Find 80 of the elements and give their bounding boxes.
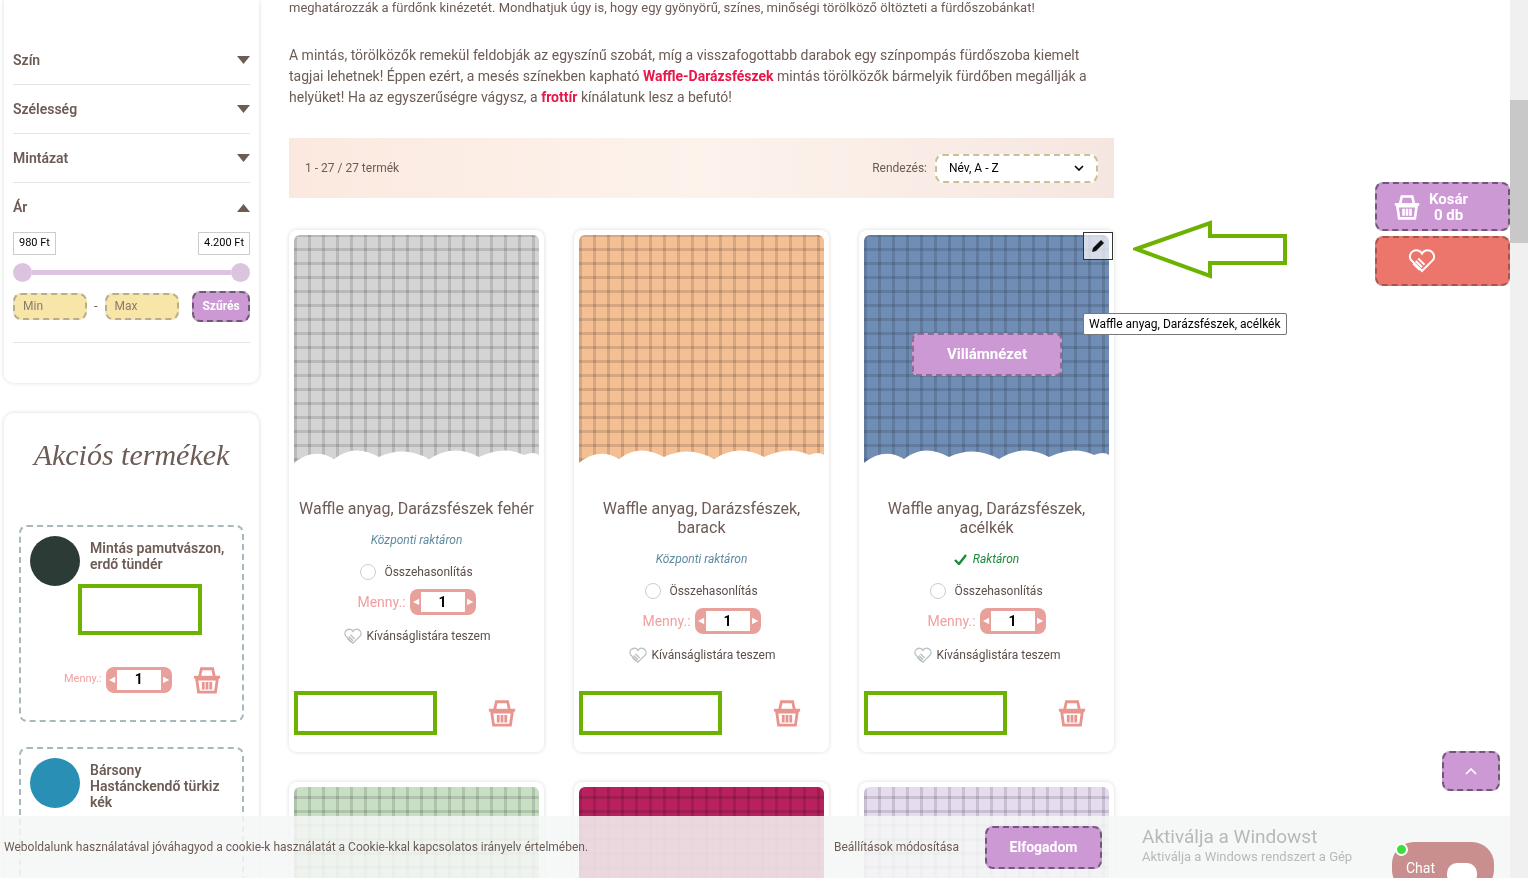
hearts-icon [912, 646, 933, 664]
scrollbar-thumb[interactable] [1510, 100, 1528, 243]
basket-icon[interactable] [487, 698, 517, 728]
product-count: 1 - 27 / 27 termék [305, 160, 400, 177]
product-name[interactable]: Waffle anyag, Darázsfészek fehér [294, 499, 539, 518]
compare-label[interactable]: Összehasonlítás [384, 563, 473, 581]
intro-paragraph: A mintás, törölközők remekül feldobják az egyszínű szobát, míg a visszafogottabb darabok egy színpompás fürdőszoba kiemelt tagjai lehetnek! Éppen ezért, a mesés színekben kapható Waffle-Darázsfészek mintás törölközők bármelyik fürdőben megállják a helyüket! Ha az egyszerűségre vágysz, a frottír kínálatunk lesz a befutó! [289, 46, 1088, 107]
filter-row[interactable]: Mintázat [13, 134, 250, 183]
filter-label: Mintázat [13, 148, 69, 168]
filter-row[interactable]: Ár [13, 183, 250, 232]
stock-status: Központi raktáron [370, 532, 463, 549]
activation-title: Aktiválja a Windowst [1142, 827, 1319, 847]
hearts-icon [627, 646, 648, 664]
product-photo-placeholder [30, 757, 80, 808]
caret-icon [237, 56, 250, 64]
basket-icon[interactable] [772, 698, 802, 728]
basket-icon[interactable] [1057, 698, 1087, 728]
product-photo-placeholder [30, 535, 80, 586]
min-price-field[interactable]: Min [13, 292, 87, 320]
wishlist-link[interactable]: Kívánságlistára teszem [936, 646, 1061, 664]
quantity-stepper[interactable]: ◀ 1 ▶ [105, 666, 172, 693]
filter-label: Szín [13, 50, 41, 70]
sort-dropdown[interactable]: Név, A - Z [935, 153, 1098, 183]
slider-handle[interactable] [231, 262, 250, 282]
tooltip: Waffle anyag, Darázsfészek, acélkék [1083, 313, 1287, 335]
compare-checkbox[interactable] [645, 583, 662, 599]
stock-status: Raktáron [972, 551, 1020, 568]
max-price-value: 4.200 Ft [197, 232, 250, 255]
quantity-label: Menny.: [64, 671, 102, 688]
edit-button[interactable] [1083, 232, 1113, 260]
chevron-up-icon [1465, 767, 1477, 775]
sale-item-name[interactable]: Bársony Hastánckendő türkiz kék [90, 757, 233, 810]
caret-icon [237, 154, 250, 162]
cookie-notice: Weboldalunk használatával jóváhagyod a cookie-k használatát a Cookie-kkal kapcsolatos irányelv értelmében. [4, 839, 590, 856]
product-name[interactable]: Waffle anyag, Darázsfészek, acélkék [864, 499, 1109, 537]
filter-label: Szélesség [13, 99, 78, 119]
compare-checkbox[interactable] [930, 583, 947, 599]
caret-icon [237, 203, 250, 212]
activation-subtitle: Aktiválja a Windows rendszert a Gép [1142, 848, 1353, 866]
quantity-stepper[interactable]: ◀ 1 ▶ [979, 608, 1046, 634]
compare-label[interactable]: Összehasonlítás [954, 582, 1043, 600]
wishlist-link[interactable]: Kívánságlistára teszem [651, 646, 776, 664]
min-price-value: 980 Ft [13, 232, 56, 255]
max-price-field[interactable]: Max [104, 292, 179, 320]
quantity-label: Menny.: [927, 611, 976, 631]
quantity-label: Menny.: [642, 611, 691, 631]
hearts-icon [1407, 248, 1437, 274]
pencil-icon [1090, 238, 1106, 254]
check-icon [953, 553, 967, 565]
scroll-top-button[interactable] [1442, 751, 1500, 791]
wishlist-button[interactable] [1375, 236, 1510, 286]
cart-count: 0 db [1432, 206, 1465, 223]
filter-row[interactable]: Szélesség [13, 85, 250, 134]
basket-icon[interactable] [191, 664, 222, 695]
compare-checkbox[interactable] [360, 564, 377, 580]
quantity-stepper[interactable]: ◀ 1 ▶ [694, 608, 761, 634]
sale-item-name[interactable]: Mintás pamutvászon, erdő tündér [90, 535, 233, 586]
filter-label: Ár [13, 197, 28, 217]
hearts-icon [342, 627, 363, 645]
section-title: Akciós termékek [31, 436, 231, 473]
quantity-stepper[interactable]: ◀ 1 ▶ [409, 589, 476, 615]
wishlist-link[interactable]: Kívánságlistára teszem [366, 627, 491, 645]
cart-title: Kosár [1429, 190, 1469, 207]
sort-label: Rendezés: [872, 160, 927, 177]
chat-bubble-icon [1447, 863, 1478, 878]
quantity-field[interactable]: 1 [116, 669, 161, 690]
quantity-field[interactable]: 1 [990, 611, 1035, 631]
compare-label[interactable]: Összehasonlítás [669, 582, 758, 600]
quantity-field[interactable]: 1 [705, 611, 750, 631]
range-separator: - [94, 297, 98, 316]
stock-status: Központi raktáron [655, 551, 748, 568]
quantity-label: Menny.: [357, 592, 406, 612]
caret-icon [237, 105, 250, 113]
cookie-settings-link[interactable]: Beállítások módosítása [834, 838, 960, 856]
intro-text: meghatározzák a fürdőnk kinézetét. Mondhatjuk úgy is, hogy egy gyönyörű, színes, minőségi törölköző öltözteti a fürdőszobánkat! [289, 0, 1036, 15]
chevron-down-icon [1074, 165, 1084, 171]
slider-handle[interactable] [13, 262, 32, 282]
quantity-field[interactable]: 1 [420, 592, 465, 612]
filter-row[interactable]: Szín [13, 36, 250, 85]
product-name[interactable]: Waffle anyag, Darázsfészek, barack [579, 499, 824, 537]
